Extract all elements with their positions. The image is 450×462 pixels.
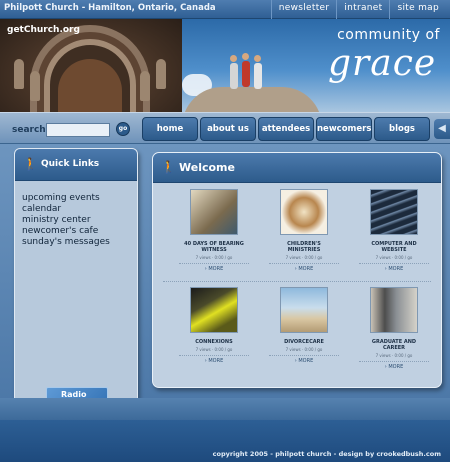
tile-meta: 7 views · 0:00 / go <box>195 347 233 352</box>
divider <box>179 263 249 264</box>
site-map-link[interactable]: site map <box>389 0 446 19</box>
divider <box>359 263 429 264</box>
person-head <box>254 55 261 62</box>
tile-40-days[interactable]: 40 DAYS OF BEARING WITNESS 7 views · 0:0… <box>173 189 255 272</box>
welcome-title: Welcome <box>179 161 235 174</box>
nav-home[interactable]: home <box>142 117 198 141</box>
more-link[interactable]: › MORE <box>263 266 345 272</box>
tile-meta: 7 views · 0:00 / go <box>285 347 323 352</box>
search-go-button[interactable]: go <box>116 122 130 136</box>
divider <box>269 263 339 264</box>
tile-thumbnail[interactable] <box>370 287 418 333</box>
person <box>254 63 262 89</box>
quick-links-title: Quick Links <box>41 159 100 169</box>
quick-link-newcomers-cafe[interactable]: newcomer's cafe <box>22 226 110 237</box>
tile-title[interactable]: COMPUTER AND WEBSITE <box>353 241 435 253</box>
person <box>242 61 250 87</box>
rock-hill <box>182 87 322 112</box>
row-divider <box>163 281 431 282</box>
quick-links-panel: 🚶 Quick Links upcoming events calendar m… <box>14 148 138 436</box>
tile-graduate-career[interactable]: GRADUATE AND CAREER 7 views · 0:00 / go … <box>353 287 435 370</box>
divider <box>179 355 249 356</box>
statue <box>14 59 24 89</box>
site-name[interactable]: getChurch.org <box>7 25 80 35</box>
walking-person-icon: 🚶 <box>23 157 38 171</box>
tile-thumbnail[interactable] <box>280 189 328 235</box>
tile-connexions[interactable]: CONNEXIONS 7 views · 0:00 / go › MORE <box>173 287 255 364</box>
tile-meta: 7 views · 0:00 / go <box>195 255 233 260</box>
tile-thumbnail[interactable] <box>190 189 238 235</box>
nav-newcomers[interactable]: newcomers <box>316 117 372 141</box>
search-input[interactable] <box>46 123 110 137</box>
intranet-link[interactable]: intranet <box>336 0 389 19</box>
divider <box>359 361 429 362</box>
more-link[interactable]: › MORE <box>173 266 255 272</box>
bottom-band <box>0 398 450 420</box>
top-bar: Philpott Church - Hamilton, Ontario, Can… <box>0 0 450 19</box>
tile-thumbnail[interactable] <box>280 287 328 333</box>
community-of-grace-logo: community of grace <box>328 27 440 101</box>
main-nav: home about us attendees newcomers blogs <box>142 117 432 141</box>
speaker-icon[interactable]: ◀ <box>434 119 450 139</box>
nav-about-us[interactable]: about us <box>200 117 256 141</box>
tile-divorcecare[interactable]: DIVORCECARE 7 views · 0:00 / go › MORE <box>263 287 345 364</box>
tile-title[interactable]: DIVORCECARE <box>263 339 345 345</box>
tile-title[interactable]: 40 DAYS OF BEARING WITNESS <box>173 241 255 253</box>
sky-photo: community of grace <box>182 19 450 112</box>
divider <box>269 355 339 356</box>
tile-meta: 7 views · 0:00 / go <box>285 255 323 260</box>
person-head <box>242 53 249 60</box>
welcome-header: 🚶 Welcome <box>153 153 441 183</box>
quick-link-upcoming-events[interactable]: upcoming events <box>22 193 110 204</box>
logo-line1: community of <box>337 27 440 43</box>
tile-title[interactable]: CHILDREN'S MINISTRIES <box>263 241 345 253</box>
welcome-panel: 🚶 Welcome 40 DAYS OF BEARING WITNESS 7 v… <box>152 152 442 388</box>
newsletter-link[interactable]: newsletter <box>270 0 337 19</box>
person <box>230 63 238 89</box>
statue <box>156 59 166 89</box>
statue <box>30 71 40 101</box>
tile-meta: 7 views · 0:00 / go <box>375 353 413 358</box>
footer: copyright 2005 - philpott church - desig… <box>0 420 450 462</box>
nav-attendees[interactable]: attendees <box>258 117 314 141</box>
tile-thumbnail[interactable] <box>370 189 418 235</box>
tile-computer-website[interactable]: COMPUTER AND WEBSITE 7 views · 0:00 / go… <box>353 189 435 272</box>
quick-links-header: 🚶 Quick Links <box>15 149 137 181</box>
nav-blogs[interactable]: blogs <box>374 117 430 141</box>
quick-link-sundays-messages[interactable]: sunday's messages <box>22 237 110 248</box>
nav-bar: search go home about us attendees newcom… <box>0 112 450 144</box>
quick-link-calendar[interactable]: calendar <box>22 204 110 215</box>
cathedral-door-image: getChurch.org <box>0 19 182 112</box>
top-links: newsletter intranet site map <box>270 0 446 19</box>
hero-banner: getChurch.org community of grace <box>0 19 450 112</box>
logo-line2: grace <box>328 43 437 84</box>
more-link[interactable]: › MORE <box>353 364 435 370</box>
tile-title[interactable]: GRADUATE AND CAREER <box>353 339 435 351</box>
more-link[interactable]: › MORE <box>173 358 255 364</box>
tile-childrens-ministries[interactable]: CHILDREN'S MINISTRIES 7 views · 0:00 / g… <box>263 189 345 272</box>
search-label: search <box>12 125 46 135</box>
tile-title[interactable]: CONNEXIONS <box>173 339 255 345</box>
more-link[interactable]: › MORE <box>353 266 435 272</box>
walking-person-icon: 🚶 <box>161 160 176 174</box>
quick-links-list: upcoming events calendar ministry center… <box>22 193 110 248</box>
tile-meta: 7 views · 0:00 / go <box>375 255 413 260</box>
tile-thumbnail[interactable] <box>190 287 238 333</box>
statue <box>140 71 150 101</box>
more-link[interactable]: › MORE <box>263 358 345 364</box>
copyright-text: copyright 2005 - philpott church - desig… <box>212 450 441 458</box>
quick-link-ministry-center[interactable]: ministry center <box>22 215 110 226</box>
person-head <box>230 55 237 62</box>
church-title: Philpott Church - Hamilton, Ontario, Can… <box>4 3 216 13</box>
